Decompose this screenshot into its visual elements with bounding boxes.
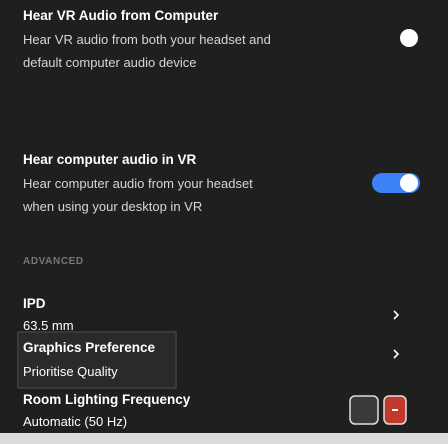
setting-description: Hear computer audio from your headset xyxy=(23,176,253,191)
setting-value: Prioritise Quality xyxy=(23,364,118,379)
setting-description: Hear VR audio from both your headset and xyxy=(23,32,271,47)
setting-title: Hear computer audio in VR xyxy=(23,152,197,167)
setting-description: default computer audio device xyxy=(23,55,197,70)
chevron-right-icon xyxy=(389,347,403,361)
bottom-scroll-area xyxy=(0,433,448,444)
section-header-advanced: ADVANCED xyxy=(23,256,84,267)
setting-title: Room Lighting Frequency xyxy=(23,392,191,407)
setting-value: Automatic (50 Hz) xyxy=(23,414,128,429)
hear-vr-audio-toggle[interactable] xyxy=(400,29,418,47)
setting-title: Hear VR Audio from Computer xyxy=(23,8,219,23)
setting-title: Graphics Preference xyxy=(23,340,156,355)
hear-computer-audio-toggle[interactable] xyxy=(372,173,420,193)
setting-description: when using your desktop in VR xyxy=(23,199,203,214)
setting-title: IPD xyxy=(23,296,46,311)
chevron-right-icon xyxy=(389,308,403,322)
toggle-knob xyxy=(400,174,418,192)
watermark-logo xyxy=(326,392,438,430)
